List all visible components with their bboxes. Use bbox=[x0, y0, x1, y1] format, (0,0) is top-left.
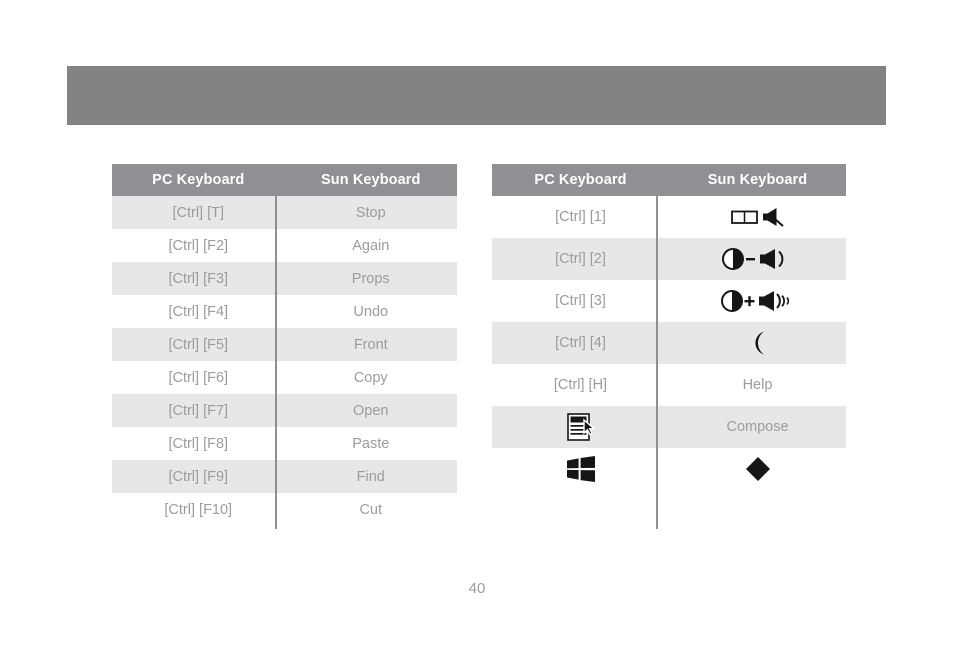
pc-key-cell: [Ctrl] [F8] bbox=[112, 427, 285, 460]
column-header-pc-keyboard: PC Keyboard bbox=[492, 164, 669, 196]
pc-key-cell: [Ctrl] [F4] bbox=[112, 295, 285, 328]
mute-speaker-icon bbox=[730, 207, 785, 227]
sun-key-cell: Compose bbox=[669, 406, 846, 448]
pc-key-cell bbox=[492, 406, 669, 448]
table-row: [Ctrl] [F10] Cut bbox=[112, 493, 457, 526]
table-row: [Ctrl] [F3] Props bbox=[112, 262, 457, 295]
windows-logo-key-icon bbox=[566, 456, 596, 482]
table-row: [Ctrl] [F8] Paste bbox=[112, 427, 457, 460]
page-header-banner bbox=[67, 66, 886, 125]
pc-to-sun-keyboard-table-left: PC Keyboard Sun Keyboard [Ctrl] [T] Stop… bbox=[112, 164, 457, 526]
pc-key-cell: [Ctrl] [2] bbox=[492, 238, 669, 280]
pc-to-sun-keyboard-table-right: PC Keyboard Sun Keyboard [Ctrl] [1] [Ctr… bbox=[492, 164, 846, 490]
sun-key-cell bbox=[669, 280, 846, 322]
sun-key-cell: Open bbox=[284, 394, 457, 427]
table-row: [Ctrl] [1] bbox=[492, 196, 846, 238]
sun-key-cell: Props bbox=[284, 262, 457, 295]
sun-key-cell: Paste bbox=[284, 427, 457, 460]
pc-key-cell: [Ctrl] [F2] bbox=[112, 229, 285, 262]
sun-key-cell: Copy bbox=[284, 361, 457, 394]
right-table-column-divider bbox=[656, 164, 658, 529]
sun-key-cell: Front bbox=[284, 328, 457, 361]
diamond-meta-key-icon bbox=[745, 456, 771, 482]
sun-key-cell: Cut bbox=[284, 493, 457, 526]
table-row: [Ctrl] [3] bbox=[492, 280, 846, 322]
pc-key-cell: [Ctrl] [F3] bbox=[112, 262, 285, 295]
pc-key-cell: [Ctrl] [F5] bbox=[112, 328, 285, 361]
sun-key-cell: Undo bbox=[284, 295, 457, 328]
column-header-sun-keyboard: Sun Keyboard bbox=[284, 164, 457, 196]
table-row: [Ctrl] [F2] Again bbox=[112, 229, 457, 262]
pc-key-cell: [Ctrl] [H] bbox=[492, 364, 669, 406]
volume-down-icon bbox=[721, 247, 794, 271]
sun-key-cell bbox=[669, 238, 846, 280]
table-row: [Ctrl] [4] bbox=[492, 322, 846, 364]
pc-key-cell: [Ctrl] [F9] bbox=[112, 460, 285, 493]
page-number: 40 bbox=[468, 580, 486, 597]
table-row: [Ctrl] [2] bbox=[492, 238, 846, 280]
table-row: [Ctrl] [F5] Front bbox=[112, 328, 457, 361]
sun-key-cell bbox=[669, 448, 846, 490]
table-row: [Ctrl] [F6] Copy bbox=[112, 361, 457, 394]
pc-key-cell: [Ctrl] [3] bbox=[492, 280, 669, 322]
column-header-pc-keyboard: PC Keyboard bbox=[112, 164, 285, 196]
sun-key-cell bbox=[669, 322, 846, 364]
pc-key-cell bbox=[492, 448, 669, 490]
left-table-column-divider bbox=[275, 164, 277, 529]
pc-key-cell: [Ctrl] [1] bbox=[492, 196, 669, 238]
pc-key-cell: [Ctrl] [F6] bbox=[112, 361, 285, 394]
sun-key-cell: Find bbox=[284, 460, 457, 493]
column-header-sun-keyboard: Sun Keyboard bbox=[669, 164, 846, 196]
table-row bbox=[492, 448, 846, 490]
sun-key-cell: Again bbox=[284, 229, 457, 262]
pc-key-cell: [Ctrl] [4] bbox=[492, 322, 669, 364]
table-row: [Ctrl] [F4] Undo bbox=[112, 295, 457, 328]
application-menu-key-icon bbox=[566, 412, 596, 442]
crescent-moon-icon bbox=[747, 330, 769, 356]
sun-key-cell: Stop bbox=[284, 196, 457, 229]
table-row: [Ctrl] [T] Stop bbox=[112, 196, 457, 229]
table-header-row: PC Keyboard Sun Keyboard bbox=[492, 164, 846, 196]
table-row: Compose bbox=[492, 406, 846, 448]
pc-key-cell: [Ctrl] [F10] bbox=[112, 493, 285, 526]
sun-key-cell bbox=[669, 196, 846, 238]
sun-key-cell: Help bbox=[669, 364, 846, 406]
table-row: [Ctrl] [F7] Open bbox=[112, 394, 457, 427]
table-row: [Ctrl] [H] Help bbox=[492, 364, 846, 406]
table-row: [Ctrl] [F9] Find bbox=[112, 460, 457, 493]
volume-up-icon bbox=[720, 289, 795, 313]
table-header-row: PC Keyboard Sun Keyboard bbox=[112, 164, 457, 196]
pc-key-cell: [Ctrl] [T] bbox=[112, 196, 285, 229]
pc-key-cell: [Ctrl] [F7] bbox=[112, 394, 285, 427]
